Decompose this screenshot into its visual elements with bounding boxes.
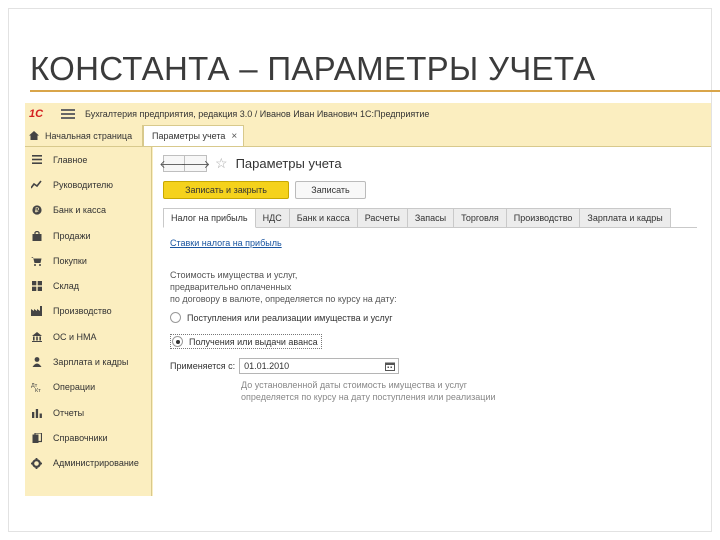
tab-parameters[interactable]: Параметры учета ×: [143, 125, 245, 146]
factory-icon: [31, 306, 42, 317]
sections-sidebar: Главное Руководителю ₽ Банк и касса Прод…: [25, 147, 152, 496]
sidebar-item-label: Склад: [53, 281, 80, 292]
gear-icon: [31, 457, 42, 469]
tab-production[interactable]: Производство: [506, 208, 581, 228]
sidebar-item-warehouse[interactable]: Склад: [25, 273, 151, 298]
sidebar-item-label: Зарплата и кадры: [53, 357, 129, 368]
app-titlebar: 1С Бухгалтерия предприятия, редакция 3.0…: [25, 103, 711, 125]
applies-from-hint: До установленной даты стоимость имуществ…: [241, 379, 496, 403]
sidebar-item-sales[interactable]: Продажи: [25, 223, 151, 248]
menu-icon[interactable]: [61, 109, 75, 119]
save-and-close-button[interactable]: Записать и закрыть: [163, 181, 289, 199]
chart-icon: [31, 179, 42, 190]
people-icon: [31, 357, 42, 368]
tab-settlements[interactable]: Расчеты: [357, 208, 408, 228]
app-screenshot: 1С Бухгалтерия предприятия, редакция 3.0…: [25, 103, 711, 496]
radio-button-selected[interactable]: [172, 336, 183, 347]
sidebar-item-label: Администрирование: [53, 458, 139, 469]
radio-label: Поступления или реализации имущества и у…: [187, 312, 393, 323]
svg-text:₽: ₽: [34, 207, 39, 215]
sidebar-item-label: Производство: [53, 306, 112, 317]
sidebar-item-bank[interactable]: ₽ Банк и касса: [25, 198, 151, 223]
sidebar-item-label: Отчеты: [53, 407, 85, 418]
radio-option-advance[interactable]: Получения или выдачи аванса: [170, 334, 322, 349]
slide-title: КОНСТАНТА – ПАРАМЕТРЫ УЧЕТА: [30, 50, 596, 87]
building-icon: [31, 331, 42, 342]
tab-home[interactable]: Начальная страница: [25, 125, 143, 146]
applies-from-label: Применяется с:: [170, 361, 236, 371]
sidebar-item-admin[interactable]: Администрирование: [25, 451, 151, 476]
coin-icon: ₽: [31, 205, 42, 216]
sidebar-item-main[interactable]: Главное: [25, 147, 151, 172]
tab-salary[interactable]: Зарплата и кадры: [580, 208, 671, 228]
bag-icon: [31, 230, 42, 241]
tab-inventory[interactable]: Запасы: [407, 208, 455, 228]
sidebar-item-catalogs[interactable]: Справочники: [25, 425, 151, 450]
home-icon: [29, 131, 39, 140]
save-button[interactable]: Записать: [295, 181, 366, 199]
form-header: 🡐 🡒 ☆ Параметры учета: [159, 155, 342, 172]
tab-bank[interactable]: Банк и касса: [289, 208, 358, 228]
sidebar-item-management[interactable]: Руководителю: [25, 172, 151, 197]
radio-option-receipt[interactable]: Поступления или реализации имущества и у…: [170, 312, 393, 323]
star-icon[interactable]: ☆: [215, 155, 228, 172]
sidebar-item-fixed-assets[interactable]: ОС и НМА: [25, 324, 151, 349]
sidebar-item-label: Руководителю: [53, 179, 114, 190]
sidebar-item-label: Операции: [53, 382, 96, 393]
applies-from-date-input[interactable]: 01.01.2010: [239, 358, 400, 374]
close-icon[interactable]: ×: [231, 131, 237, 142]
calendar-icon[interactable]: [385, 362, 396, 371]
radio-label: Получения или выдачи аванса: [189, 336, 318, 347]
sidebar-item-label: Банк и касса: [53, 205, 106, 216]
sidebar-item-salary[interactable]: Зарплата и кадры: [25, 349, 151, 374]
sidebar-item-label: Покупки: [53, 255, 87, 266]
forward-button[interactable]: 🡒: [181, 155, 210, 172]
logo-1c: 1С: [29, 108, 44, 120]
sidebar-item-label: ОС и НМА: [53, 331, 97, 342]
sidebar-item-purchases[interactable]: Покупки: [25, 248, 151, 273]
radio-button[interactable]: [170, 312, 181, 323]
radio-focus-frame: Получения или выдачи аванса: [170, 334, 322, 349]
list-icon: [31, 154, 42, 165]
window-tabs: Начальная страница Параметры учета ×: [25, 125, 711, 147]
sidebar-item-label: Продажи: [53, 230, 91, 241]
sidebar-item-label: Справочники: [53, 432, 108, 443]
applies-from-row: Применяется с: 01.01.2010: [170, 358, 400, 374]
tab-profit-tax[interactable]: Налог на прибыль: [163, 208, 256, 228]
cart-icon: [31, 255, 42, 266]
operations-icon: Дт Кт: [31, 382, 42, 393]
tab-trade[interactable]: Торговля: [454, 208, 507, 228]
hint-line: До установленной даты стоимость имуществ…: [241, 380, 468, 390]
date-value: 01.01.2010: [244, 361, 290, 371]
page-title: Параметры учета: [235, 156, 342, 171]
svg-text:Кт: Кт: [35, 388, 41, 392]
book-icon: [31, 432, 42, 443]
command-bar: Записать и закрыть Записать: [163, 181, 366, 199]
title-divider: [30, 90, 720, 92]
profit-tax-rates-link[interactable]: Ставки налога на прибыль: [170, 238, 282, 248]
sidebar-item-label: Главное: [53, 154, 88, 165]
sidebar-item-reports[interactable]: Отчеты: [25, 400, 151, 425]
sidebar-item-production[interactable]: Производство: [25, 299, 151, 324]
form-tabs: Налог на прибыль НДС Банк и касса Расчет…: [163, 208, 697, 228]
description-line: Стоимость имущества и услуг,: [170, 270, 298, 280]
bar-chart-icon: [31, 407, 42, 418]
description-line: по договору в валюте, определяется по ку…: [170, 294, 397, 304]
tab-vat[interactable]: НДС: [255, 208, 290, 228]
description-line: предварительно оплаченных: [170, 282, 292, 292]
grid-icon: [31, 281, 42, 292]
form-content: 🡐 🡒 ☆ Параметры учета Записать и закрыть…: [153, 147, 711, 496]
hint-line: определяется по курсу на дату поступлени…: [241, 392, 496, 402]
tab-home-label: Начальная страница: [45, 130, 133, 141]
currency-rate-description: Стоимость имущества и услуг, предварител…: [170, 269, 397, 305]
sidebar-item-operations[interactable]: Дт Кт Операции: [25, 375, 151, 400]
tab-parameters-label: Параметры учета: [152, 131, 226, 141]
app-title: Бухгалтерия предприятия, редакция 3.0 / …: [85, 109, 430, 119]
